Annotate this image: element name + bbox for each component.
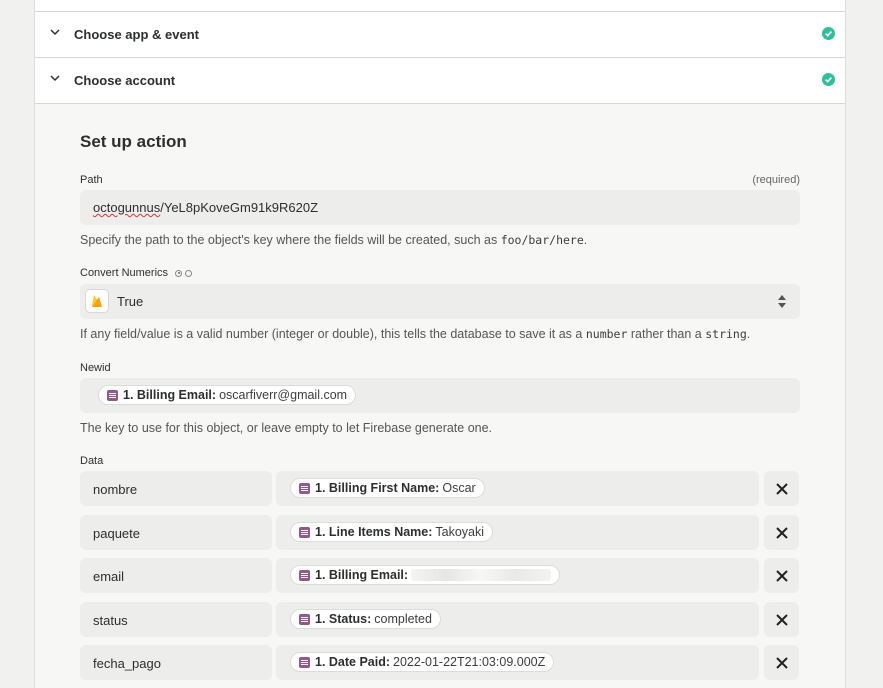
radio-on-icon[interactable] (175, 269, 183, 277)
newid-input[interactable]: 1. Billing Email: oscarfiverr@gmail.com (80, 378, 800, 413)
path-input[interactable]: octogunnus/YeL8pKoveGm91k9R620Z (80, 190, 800, 225)
step-title: Choose app & event (74, 27, 199, 42)
step-title: Choose account (74, 73, 176, 88)
data-value-input[interactable]: 1. Status: completed (276, 602, 759, 637)
path-hint: Specify the path to the object's key whe… (80, 233, 588, 247)
woocommerce-icon (299, 613, 310, 625)
data-value-input[interactable]: 1. Billing Email: (276, 558, 759, 593)
remove-row-button[interactable] (764, 602, 799, 637)
remove-row-button[interactable] (764, 471, 799, 506)
close-icon (775, 656, 788, 669)
convert-numerics-label: Convert Numerics (80, 267, 193, 279)
setup-action-section: Set up action Path (required) octogunnus… (35, 104, 845, 688)
close-icon (775, 526, 788, 539)
path-label: Path (80, 174, 103, 186)
data-value-input[interactable]: 1. Date Paid: 2022-01-22T21:03:09.000Z (276, 645, 759, 680)
data-value-input[interactable]: 1. Line Items Name: Takoyaki (276, 515, 759, 550)
close-icon (775, 482, 788, 495)
check-circle-icon (822, 27, 835, 40)
previous-step-edge (35, 0, 845, 12)
remove-row-button[interactable] (764, 515, 799, 550)
woocommerce-icon (107, 389, 118, 401)
close-icon (775, 613, 788, 626)
close-icon (775, 569, 788, 582)
newid-label: Newid (80, 362, 111, 374)
woocommerce-icon (299, 569, 310, 581)
mapped-field-pill[interactable]: 1. Status: completed (290, 609, 441, 629)
required-indicator: (required) (752, 174, 800, 186)
mapped-field-pill[interactable]: 1. Date Paid: 2022-01-22T21:03:09.000Z (290, 652, 555, 672)
mapped-field-pill[interactable]: 1. Billing Email: (290, 565, 561, 585)
redacted-value (411, 569, 552, 581)
select-arrows-icon (778, 295, 786, 308)
mapped-field-pill[interactable]: 1. Billing First Name: Oscar (290, 478, 485, 498)
data-label: Data (80, 455, 104, 467)
editor-panel: Choose app & event Choose account Set up… (34, 0, 846, 688)
data-key-input[interactable]: paquete (80, 515, 272, 550)
radio-toggle[interactable] (175, 269, 193, 277)
chevron-down-icon[interactable] (49, 26, 61, 38)
chevron-down-icon[interactable] (49, 72, 61, 84)
data-key-input[interactable]: fecha_pago (80, 645, 272, 680)
newid-hint: The key to use for this object, or leave… (80, 421, 493, 435)
woocommerce-icon (299, 656, 310, 668)
mapped-field-pill[interactable]: 1. Line Items Name: Takoyaki (290, 522, 494, 542)
remove-row-button[interactable] (764, 645, 799, 680)
select-value: True (117, 294, 144, 309)
woocommerce-icon (299, 482, 310, 494)
section-title: Set up action (80, 132, 187, 151)
firebase-icon (85, 289, 109, 313)
mapped-field-pill[interactable]: 1. Billing Email: oscarfiverr@gmail.com (98, 385, 357, 405)
convert-numerics-hint: If any field/value is a valid number (in… (80, 327, 751, 341)
data-key-input[interactable]: status (80, 602, 272, 637)
remove-row-button[interactable] (764, 558, 799, 593)
data-value-input[interactable]: 1. Billing First Name: Oscar (276, 471, 759, 506)
convert-numerics-select[interactable]: True (80, 284, 800, 319)
path-value: octogunnus/YeL8pKoveGm91k9R620Z (93, 200, 319, 215)
data-key-input[interactable]: email (80, 558, 272, 593)
data-key-input[interactable]: nombre (80, 471, 272, 506)
step-choose-account[interactable]: Choose account (35, 58, 845, 104)
radio-off-icon[interactable] (185, 269, 193, 277)
check-circle-icon (822, 73, 835, 86)
woocommerce-icon (299, 526, 310, 538)
step-choose-app-event[interactable]: Choose app & event (35, 12, 845, 58)
